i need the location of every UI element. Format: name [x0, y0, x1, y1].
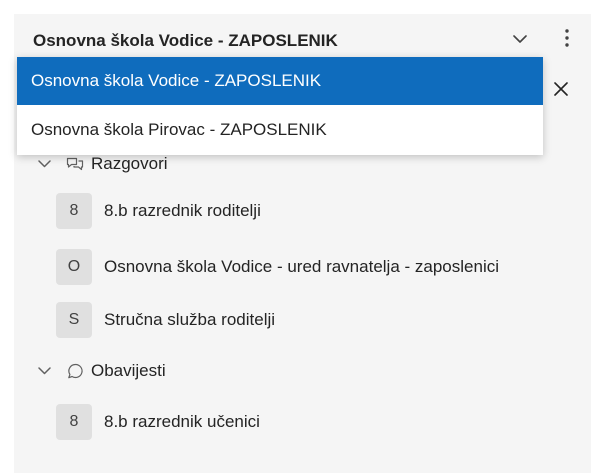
chevron-down-icon [513, 34, 527, 43]
chevron-down-icon[interactable] [36, 363, 52, 379]
channel-avatar: S [56, 302, 92, 338]
channel-avatar: 8 [56, 404, 92, 440]
account-selector-title[interactable]: Osnovna škola Vodice - ZAPOSLENIK [33, 31, 338, 51]
channel-row[interactable]: 8 8.b razrednik učenici [56, 404, 260, 440]
more-options-button[interactable] [556, 24, 578, 52]
group-label: Obavijesti [91, 361, 166, 380]
chat-bubble-icon [66, 362, 84, 380]
dropdown-option[interactable]: Osnovna škola Pirovac - ZAPOSLENIK [17, 105, 543, 155]
channel-label: 8.b razrednik roditelji [104, 201, 261, 220]
chevron-down-icon[interactable] [36, 156, 52, 172]
channel-avatar: 8 [56, 193, 92, 229]
close-icon [554, 82, 568, 96]
account-dropdown-menu: Osnovna škola Vodice - ZAPOSLENIK Osnovn… [17, 57, 543, 155]
chat-multiple-icon [66, 155, 84, 173]
channel-label: 8.b razrednik učenici [104, 412, 260, 431]
group-label: Razgovori [91, 154, 168, 173]
more-vertical-icon [565, 29, 569, 47]
channel-row[interactable]: 8 8.b razrednik roditelji [56, 193, 261, 229]
group-obavijesti[interactable]: Obavijesti [36, 361, 166, 381]
account-dropdown-button[interactable] [506, 26, 534, 52]
channel-row[interactable]: S Stručna služba roditelji [56, 302, 275, 338]
channel-label: Stručna služba roditelji [104, 310, 276, 329]
close-button[interactable] [544, 72, 578, 106]
channel-row[interactable]: O Osnovna škola Vodice - ured ravnatelja… [56, 249, 499, 285]
channel-label: Osnovna škola Vodice - ured ravnatelja -… [104, 257, 499, 276]
channel-avatar: O [56, 249, 92, 285]
dropdown-option[interactable]: Osnovna škola Vodice - ZAPOSLENIK [17, 57, 543, 105]
group-razgovori[interactable]: Razgovori [36, 154, 168, 174]
